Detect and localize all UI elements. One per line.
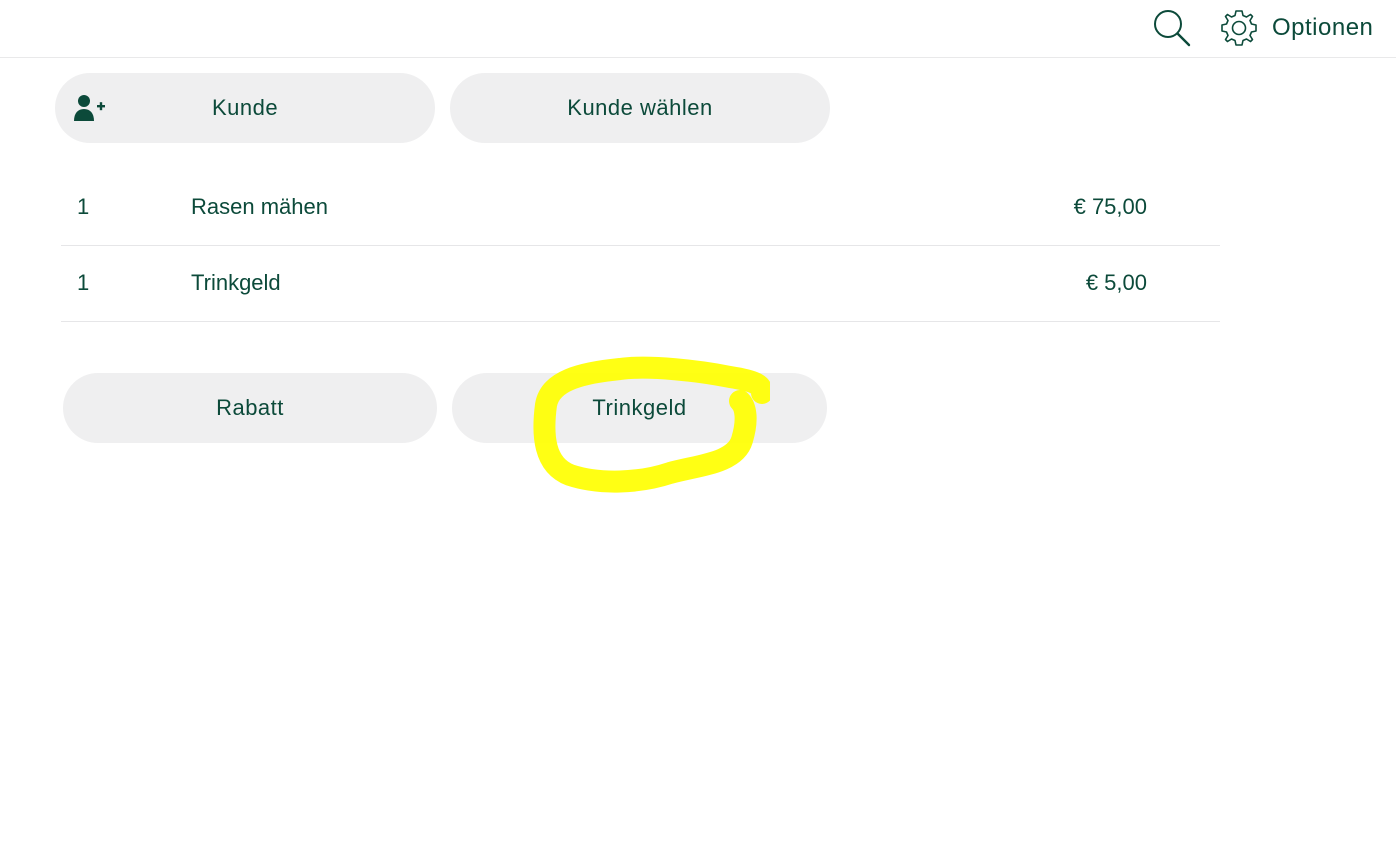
item-quantity: 1 <box>77 194 90 219</box>
options-label: Optionen <box>1272 14 1374 41</box>
item-price: € 5,00 <box>1085 270 1147 295</box>
item-quantity: 1 <box>77 270 90 295</box>
options-button[interactable]: Optionen <box>1218 6 1373 50</box>
discount-label: Rabatt <box>216 395 284 420</box>
top-bar: Optionen <box>0 0 1396 58</box>
add-customer-label: Kunde <box>211 95 279 120</box>
add-person-icon <box>74 95 105 121</box>
add-customer-button[interactable]: Kunde <box>55 73 435 143</box>
search-icon <box>1154 10 1191 47</box>
list-item[interactable]: 1 Rasen mähen € 75,00 <box>61 170 1220 246</box>
choose-customer-label: Kunde wählen <box>567 95 713 120</box>
tip-label: Trinkgeld <box>592 395 687 420</box>
item-name: Trinkgeld <box>191 270 281 295</box>
discount-button[interactable]: Rabatt <box>63 373 437 443</box>
choose-customer-button[interactable]: Kunde wählen <box>450 73 830 143</box>
gear-icon <box>1221 10 1257 46</box>
tip-button[interactable]: Trinkgeld <box>452 373 827 443</box>
list-item[interactable]: 1 Trinkgeld € 5,00 <box>61 246 1220 322</box>
search-button[interactable] <box>1150 6 1194 50</box>
order-items-list: 1 Rasen mähen € 75,00 1 Trinkgeld € 5,00 <box>61 170 1220 322</box>
item-price: € 75,00 <box>1073 194 1147 219</box>
item-name: Rasen mähen <box>191 194 328 219</box>
